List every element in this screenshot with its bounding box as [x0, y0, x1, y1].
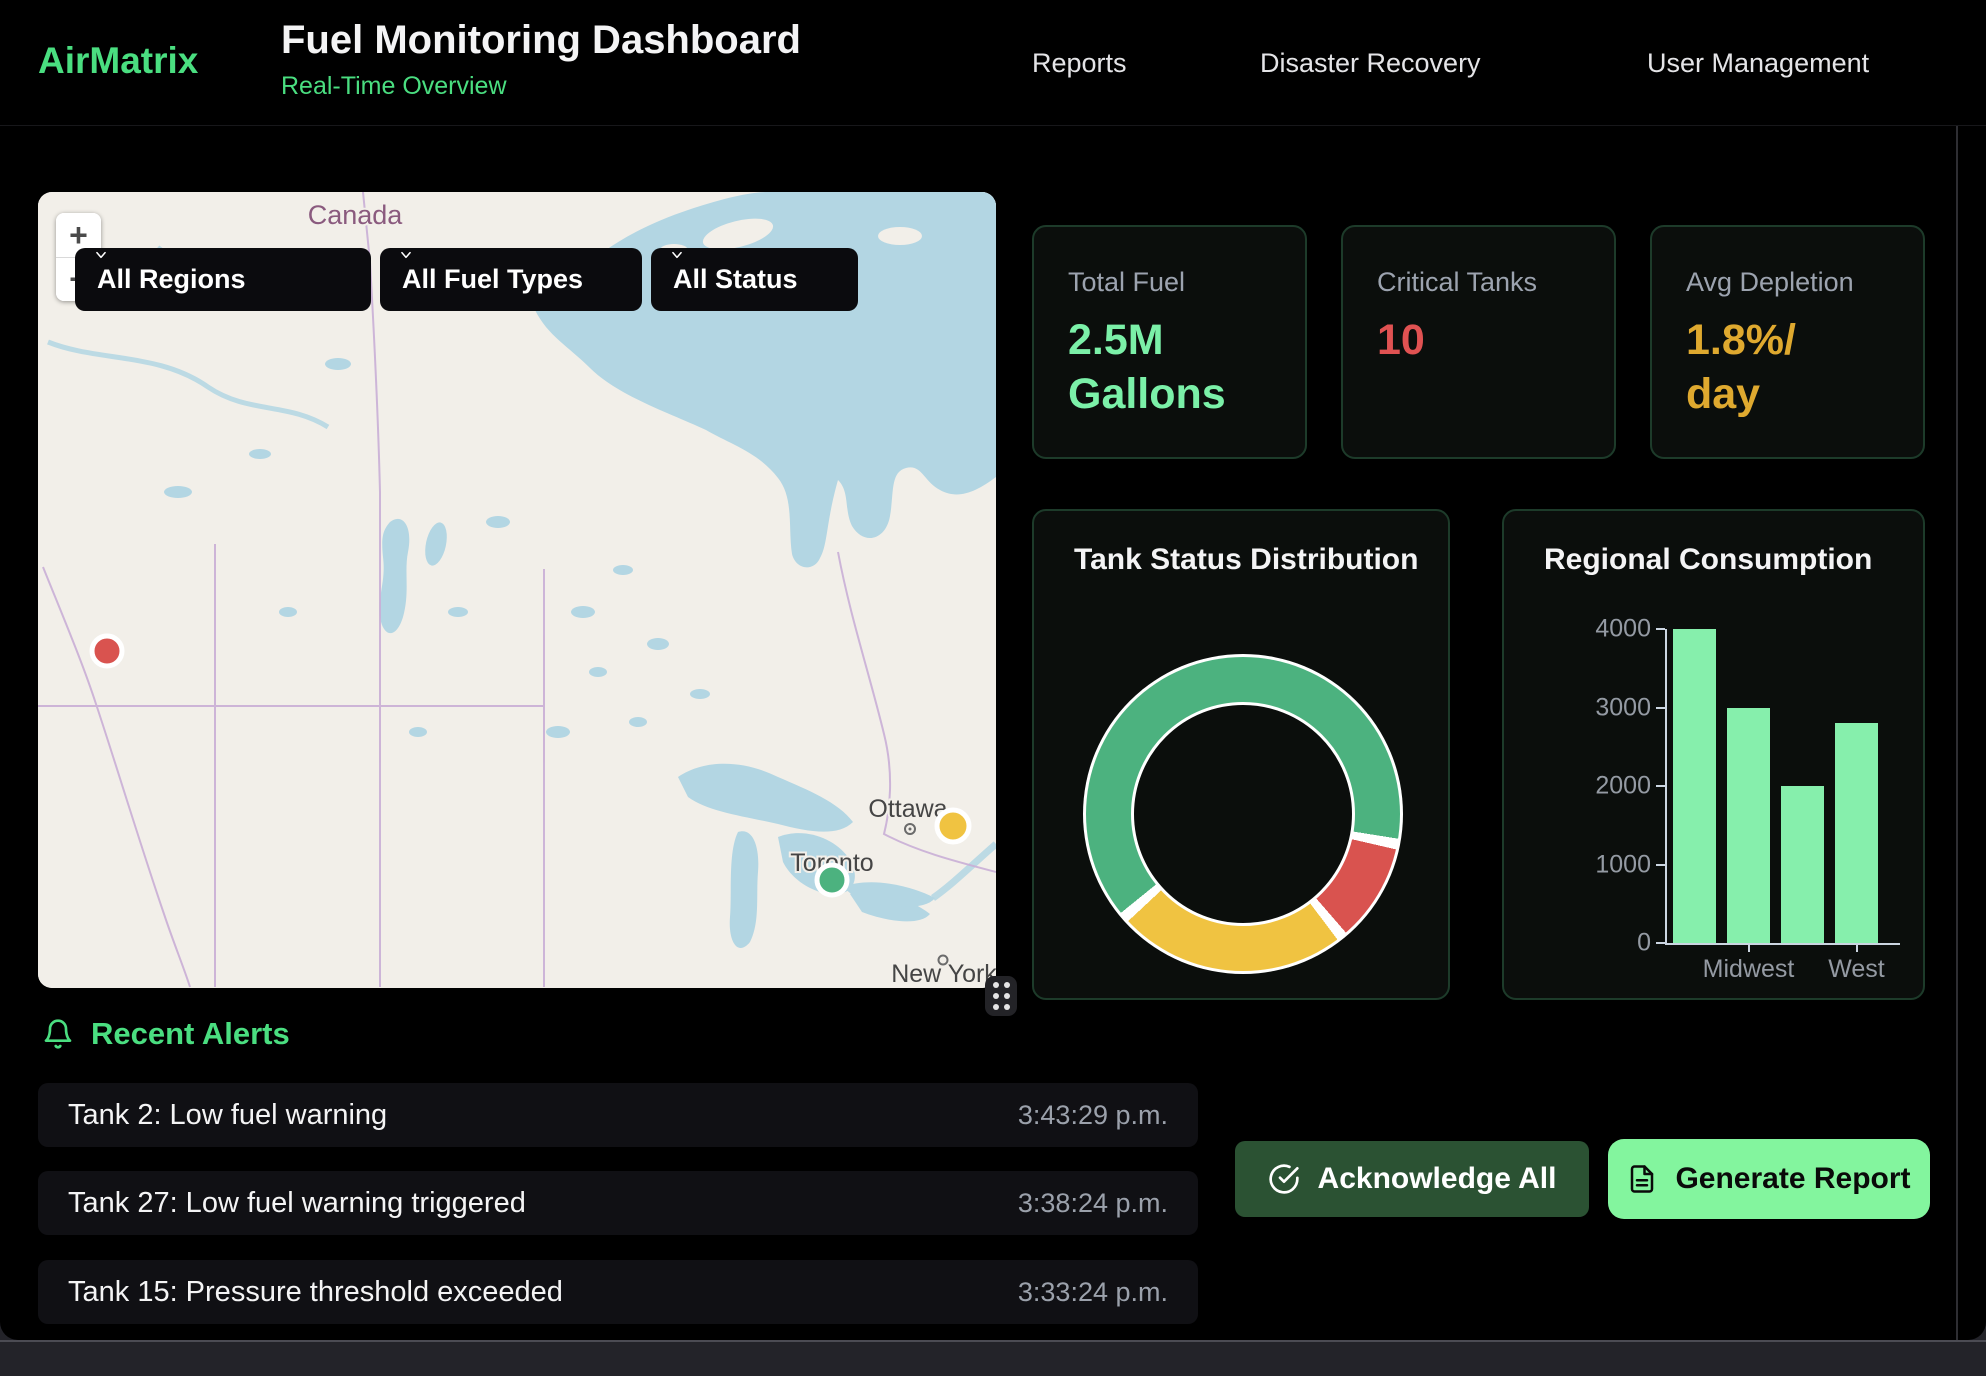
document-icon	[1627, 1164, 1657, 1194]
x-axis-tick	[1856, 943, 1858, 952]
nav-item-user-management[interactable]: User Management	[1647, 0, 1869, 126]
fuel-type-filter-value: All Fuel Types	[402, 264, 583, 295]
bar-region-1	[1673, 629, 1716, 943]
bar-plot-area	[1667, 629, 1900, 943]
y-axis-label: 2000	[1595, 772, 1651, 801]
chevron-down-icon	[667, 248, 687, 262]
alert-timestamp: 3:38:24 p.m.	[1018, 1188, 1168, 1219]
alert-message: Tank 2: Low fuel warning	[68, 1099, 387, 1132]
stat-cards-row: Total Fuel 2.5MGallons Critical Tanks 10…	[1032, 225, 1925, 459]
stat-value-total-fuel: 2.5MGallons	[1068, 314, 1271, 422]
tank-status-chart-card: Tank Status Distribution	[1032, 509, 1450, 1000]
alert-message: Tank 15: Pressure threshold exceeded	[68, 1276, 563, 1309]
region-filter-dropdown[interactable]: All Regions	[75, 248, 371, 311]
x-axis-label: Midwest	[1703, 955, 1795, 984]
acknowledge-all-button[interactable]: Acknowledge All	[1235, 1141, 1589, 1217]
map-canvas[interactable]: Canada Ottawa Toronto New York	[38, 192, 996, 988]
stat-value-critical-tanks: 10	[1377, 314, 1580, 368]
y-axis-label: 4000	[1595, 615, 1651, 644]
generate-report-label: Generate Report	[1675, 1162, 1910, 1196]
app-window: AirMatrix Fuel Monitoring Dashboard Real…	[0, 0, 1986, 1340]
recent-alerts-title: Recent Alerts	[91, 1016, 290, 1052]
scrollbar-track[interactable]	[1956, 126, 1958, 1340]
alert-row[interactable]: Tank 2: Low fuel warning 3:43:29 p.m.	[38, 1083, 1198, 1147]
y-axis-tick	[1656, 864, 1665, 866]
bar-chart: MidwestWest01000200030004000	[1665, 629, 1900, 945]
tank-marker-normal[interactable]	[817, 865, 847, 895]
bell-icon	[42, 1018, 74, 1050]
fuel-type-filter-dropdown[interactable]: All Fuel Types	[380, 248, 642, 311]
y-axis-label: 0	[1637, 929, 1651, 958]
y-axis-tick	[1656, 707, 1665, 709]
alert-row[interactable]: Tank 15: Pressure threshold exceeded 3:3…	[38, 1260, 1198, 1324]
alert-message: Tank 27: Low fuel warning triggered	[68, 1187, 526, 1220]
header: AirMatrix Fuel Monitoring Dashboard Real…	[0, 0, 1986, 126]
map[interactable]: Canada Ottawa Toronto New York + −	[38, 192, 996, 988]
stat-label: Avg Depletion	[1686, 267, 1889, 298]
tank-marker-warning[interactable]	[937, 810, 969, 842]
bar-midwest	[1727, 708, 1770, 944]
donut-chart	[1083, 654, 1403, 974]
status-filter-value: All Status	[673, 264, 798, 295]
nav-item-disaster-recovery[interactable]: Disaster Recovery	[1260, 0, 1481, 126]
city-label-ottawa: Ottawa	[868, 795, 947, 823]
stat-label: Critical Tanks	[1377, 267, 1580, 298]
check-circle-icon	[1268, 1163, 1300, 1195]
region-filter-value: All Regions	[97, 264, 246, 295]
y-axis-tick	[1656, 942, 1665, 944]
chevron-down-icon	[91, 248, 111, 262]
page-subtitle: Real-Time Overview	[281, 72, 801, 101]
nav-item-reports[interactable]: Reports	[1032, 0, 1127, 126]
chevron-down-icon	[396, 248, 416, 262]
acknowledge-all-label: Acknowledge All	[1318, 1162, 1557, 1196]
stat-card-critical-tanks: Critical Tanks 10	[1341, 225, 1616, 459]
stat-value-avg-depletion: 1.8%/day	[1686, 314, 1889, 422]
x-axis-label: West	[1828, 955, 1885, 984]
y-axis-label: 1000	[1595, 850, 1651, 879]
y-axis-tick	[1656, 785, 1665, 787]
alert-timestamp: 3:33:24 p.m.	[1018, 1277, 1168, 1308]
page-title: Fuel Monitoring Dashboard	[281, 18, 801, 63]
window-bottom-strip	[0, 1340, 1986, 1376]
stat-card-avg-depletion: Avg Depletion 1.8%/day	[1650, 225, 1925, 459]
bar-region-3	[1781, 786, 1824, 943]
bar-west	[1835, 723, 1878, 943]
drag-handle-icon[interactable]	[985, 976, 1017, 1016]
stat-card-total-fuel: Total Fuel 2.5MGallons	[1032, 225, 1307, 459]
chart-title: Tank Status Distribution	[1074, 543, 1418, 577]
regional-consumption-chart-card: Regional Consumption MidwestWest01000200…	[1502, 509, 1925, 1000]
status-filter-dropdown[interactable]: All Status	[651, 248, 858, 311]
recent-alerts-header: Recent Alerts	[42, 1016, 290, 1052]
stat-label: Total Fuel	[1068, 267, 1271, 298]
x-axis-tick	[1748, 943, 1750, 952]
title-block: Fuel Monitoring Dashboard Real-Time Over…	[281, 18, 801, 101]
content: Canada Ottawa Toronto New York + −	[0, 126, 1986, 1340]
generate-report-button[interactable]: Generate Report	[1608, 1139, 1930, 1219]
alert-timestamp: 3:43:29 p.m.	[1018, 1100, 1168, 1131]
y-axis-label: 3000	[1595, 693, 1651, 722]
country-label-canada: Canada	[308, 200, 404, 230]
brand-logo[interactable]: AirMatrix	[38, 40, 198, 82]
y-axis-tick	[1656, 628, 1665, 630]
alert-row[interactable]: Tank 27: Low fuel warning triggered 3:38…	[38, 1171, 1198, 1235]
chart-title: Regional Consumption	[1544, 543, 1872, 577]
donut-hole	[1131, 702, 1355, 926]
tank-marker-critical[interactable]	[92, 636, 122, 666]
